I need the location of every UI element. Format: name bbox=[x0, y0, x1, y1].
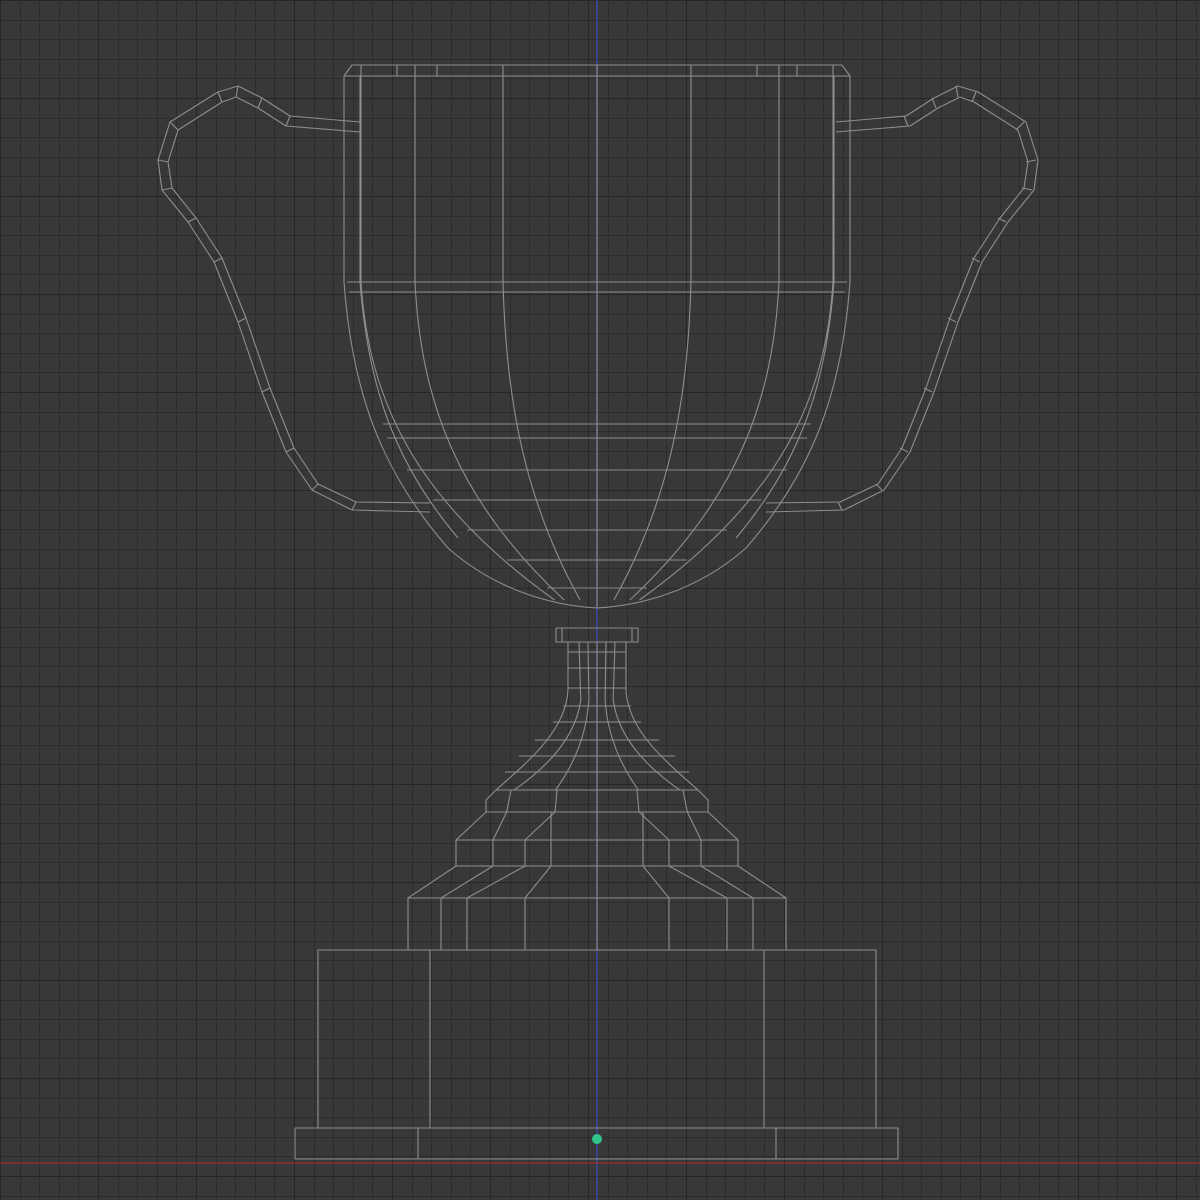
handle-edge bbox=[971, 91, 977, 103]
viewport-grid bbox=[0, 0, 1200, 1200]
handle-edge bbox=[217, 91, 223, 103]
viewport-canvas[interactable] bbox=[0, 0, 1200, 1200]
handle-edge bbox=[161, 187, 173, 191]
trophy-wireframe[interactable] bbox=[157, 64, 1039, 1160]
handle-edge bbox=[903, 115, 909, 127]
stem[interactable] bbox=[495, 627, 699, 791]
pedestal-edge bbox=[682, 789, 754, 950]
handle-edge bbox=[257, 97, 263, 109]
stem-meridian bbox=[612, 641, 681, 791]
pedestal-edge bbox=[642, 812, 670, 950]
handle-edge bbox=[837, 501, 843, 511]
stem-meridian bbox=[555, 641, 590, 791]
handle-edge bbox=[157, 159, 169, 163]
pedestal-edge bbox=[524, 812, 552, 950]
3d-viewport[interactable] bbox=[0, 0, 1200, 1200]
cup-meridian bbox=[414, 65, 565, 601]
handle-edge bbox=[261, 387, 271, 393]
pedestal-edge bbox=[466, 789, 558, 950]
pedestal[interactable] bbox=[407, 789, 787, 951]
handle-edge bbox=[285, 115, 291, 127]
stem-meridian bbox=[604, 641, 639, 791]
handle-edge bbox=[213, 257, 223, 263]
cup-meridian bbox=[639, 65, 834, 601]
handle-edge bbox=[875, 483, 883, 491]
origin-point[interactable] bbox=[592, 1134, 602, 1144]
handle-edge bbox=[237, 317, 247, 323]
cup-bowl[interactable] bbox=[343, 64, 851, 609]
handle-edge bbox=[955, 85, 959, 98]
pedestal-edge bbox=[636, 789, 728, 950]
stem-meridian bbox=[513, 641, 582, 791]
handle-edge bbox=[187, 217, 197, 223]
cup-meridian bbox=[629, 65, 780, 601]
cup-meridian bbox=[613, 65, 692, 601]
handle-edge bbox=[931, 97, 937, 109]
handle-edge bbox=[235, 85, 239, 98]
cup-meridian bbox=[360, 65, 555, 601]
